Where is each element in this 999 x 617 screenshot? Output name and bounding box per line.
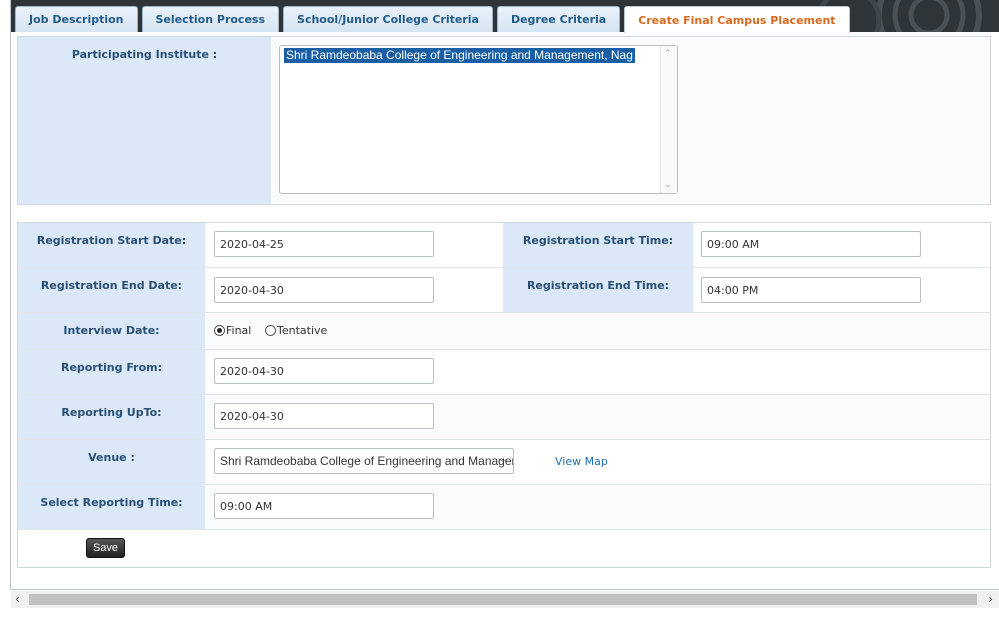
institute-option-selected[interactable]: Shri Ramdeobaba College of Engineering a…	[284, 48, 635, 63]
tab-job-description[interactable]: Job Description	[15, 6, 138, 32]
form-row: Reporting UpTo: 2020-04-30	[18, 395, 990, 440]
registration-end-date-input[interactable]: 2020-04-30	[214, 277, 434, 303]
scrollbar-thumb[interactable]	[29, 594, 977, 605]
save-button[interactable]: Save	[86, 538, 125, 558]
reporting-upto-input[interactable]: 2020-04-30	[214, 403, 434, 429]
tab-school-criteria[interactable]: School/Junior College Criteria	[283, 6, 493, 32]
radio-final-label: Final	[226, 324, 252, 337]
view-map-link[interactable]: View Map	[555, 455, 608, 468]
institute-panel: Participating Institute : Shri Ramdeobab…	[17, 36, 991, 205]
institute-listbox[interactable]: Shri Ramdeobaba College of Engineering a…	[279, 45, 678, 194]
form-row: Reporting From: 2020-04-30	[18, 350, 990, 395]
registration-end-time-input[interactable]: 04:00 PM	[701, 277, 921, 303]
field-cell: 2020-04-25	[205, 223, 503, 267]
venue-select[interactable]: Shri Ramdeobaba College of Engineering a…	[214, 448, 514, 474]
field-cell: 09:00 AM	[205, 485, 990, 529]
radio-final[interactable]: Final	[214, 324, 251, 337]
radio-tentative-label: Tentative	[277, 324, 328, 337]
scroll-up-icon[interactable]: ⌃	[664, 49, 672, 59]
radio-tentative-button[interactable]	[265, 325, 276, 336]
tab-create-final-campus-placement[interactable]: Create Final Campus Placement	[624, 6, 850, 33]
form-row: Interview Date: Final Tentative	[18, 313, 990, 350]
registration-end-time-label: Registration End Time:	[503, 268, 693, 312]
reporting-time-input[interactable]: 09:00 AM	[214, 493, 434, 519]
form-row: Registration Start Date: 2020-04-25 Regi…	[18, 223, 990, 268]
placement-form: Registration Start Date: 2020-04-25 Regi…	[17, 222, 991, 568]
registration-start-time-label: Registration Start Time:	[503, 223, 693, 267]
radio-final-button[interactable]	[214, 325, 225, 336]
radio-tentative[interactable]: Tentative	[265, 324, 327, 337]
form-row: Registration End Date: 2020-04-30 Regist…	[18, 268, 990, 313]
field-cell: 2020-04-30	[205, 395, 990, 439]
registration-start-date-input[interactable]: 2020-04-25	[214, 231, 434, 257]
select-reporting-time-label: Select Reporting Time:	[18, 485, 205, 529]
chevron-down-icon: ﹀	[498, 459, 508, 470]
horizontal-scrollbar[interactable]: ‹ ›	[11, 591, 999, 608]
listbox-scrollbar[interactable]: ⌃ ⌄	[660, 46, 677, 193]
scroll-down-icon[interactable]: ⌄	[664, 180, 672, 190]
participating-institute-label: Participating Institute :	[18, 37, 271, 204]
field-cell: 09:00 AM	[693, 223, 990, 267]
reporting-upto-label: Reporting UpTo:	[18, 395, 205, 439]
tab-selection-process[interactable]: Selection Process	[141, 6, 280, 32]
field-cell: 2020-04-30	[205, 350, 990, 394]
form-row: Venue : Shri Ramdeobaba College of Engin…	[18, 440, 990, 485]
tab-bar: Job Description Selection Process School…	[15, 6, 854, 33]
registration-start-date-label: Registration Start Date:	[18, 223, 205, 267]
container-border	[10, 0, 11, 590]
container-border-bottom	[10, 589, 999, 590]
reporting-from-label: Reporting From:	[18, 350, 205, 394]
field-cell: 2020-04-30	[205, 268, 503, 312]
form-row: Select Reporting Time: 09:00 AM	[18, 485, 990, 530]
scroll-left-icon[interactable]: ‹	[15, 592, 20, 606]
venue-selected-value: Shri Ramdeobaba College of Engineering a…	[220, 454, 514, 468]
scroll-right-icon[interactable]: ›	[988, 592, 993, 606]
reporting-from-input[interactable]: 2020-04-30	[214, 358, 434, 384]
interview-date-label: Interview Date:	[18, 313, 205, 349]
tab-degree-criteria[interactable]: Degree Criteria	[496, 6, 621, 32]
registration-start-time-input[interactable]: 09:00 AM	[701, 231, 921, 257]
registration-end-date-label: Registration End Date:	[18, 268, 205, 312]
field-cell: 04:00 PM	[693, 268, 990, 312]
venue-label: Venue :	[18, 440, 205, 484]
field-cell: Shri Ramdeobaba College of Engineering a…	[205, 440, 990, 484]
field-cell: Final Tentative	[205, 313, 990, 349]
